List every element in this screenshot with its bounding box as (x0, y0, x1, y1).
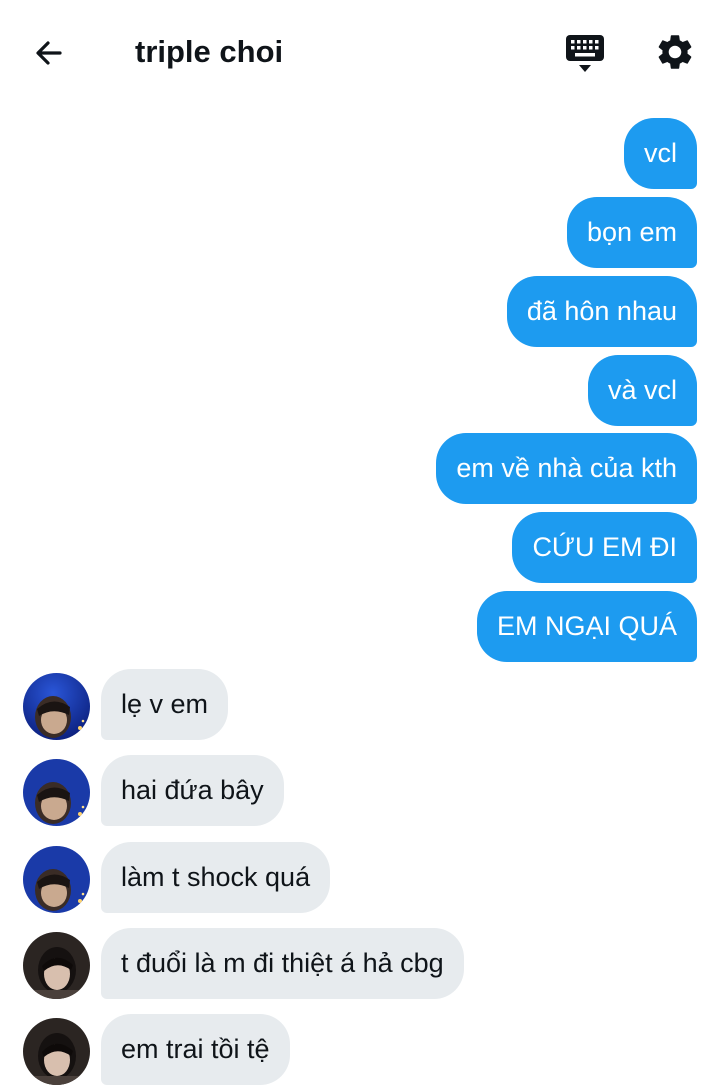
sent-message[interactable]: vcl (624, 118, 697, 189)
sent-message[interactable]: EM NGẠI QUÁ (476, 591, 697, 662)
received-message[interactable]: hai đứa bây (101, 755, 284, 826)
avatar[interactable] (23, 1018, 90, 1085)
message-list: vcl bọn em đã hôn nhau và vcl em về nhà … (0, 0, 720, 1091)
received-message[interactable]: em trai tồi tệ (101, 1014, 290, 1085)
avatar[interactable] (23, 759, 90, 826)
sent-message[interactable]: đã hôn nhau (506, 276, 697, 347)
avatar[interactable] (23, 846, 90, 913)
avatar[interactable] (23, 932, 90, 999)
avatar-image (23, 759, 90, 826)
received-message[interactable]: làm t shock quá (101, 842, 331, 913)
sent-message[interactable]: CỨU EM ĐI (512, 512, 697, 583)
avatar-image (23, 1018, 90, 1085)
avatar[interactable] (23, 673, 90, 740)
avatar-image (23, 846, 90, 913)
avatar-image (23, 932, 90, 999)
received-message[interactable]: lẹ v em (101, 669, 229, 740)
avatar-image (23, 673, 90, 740)
received-message[interactable]: t đuổi là m đi thiệt á hả cbg (101, 928, 464, 999)
sent-message[interactable]: em về nhà của kth (436, 433, 697, 504)
sent-message[interactable]: và vcl (587, 355, 697, 426)
sent-message[interactable]: bọn em (566, 197, 697, 268)
